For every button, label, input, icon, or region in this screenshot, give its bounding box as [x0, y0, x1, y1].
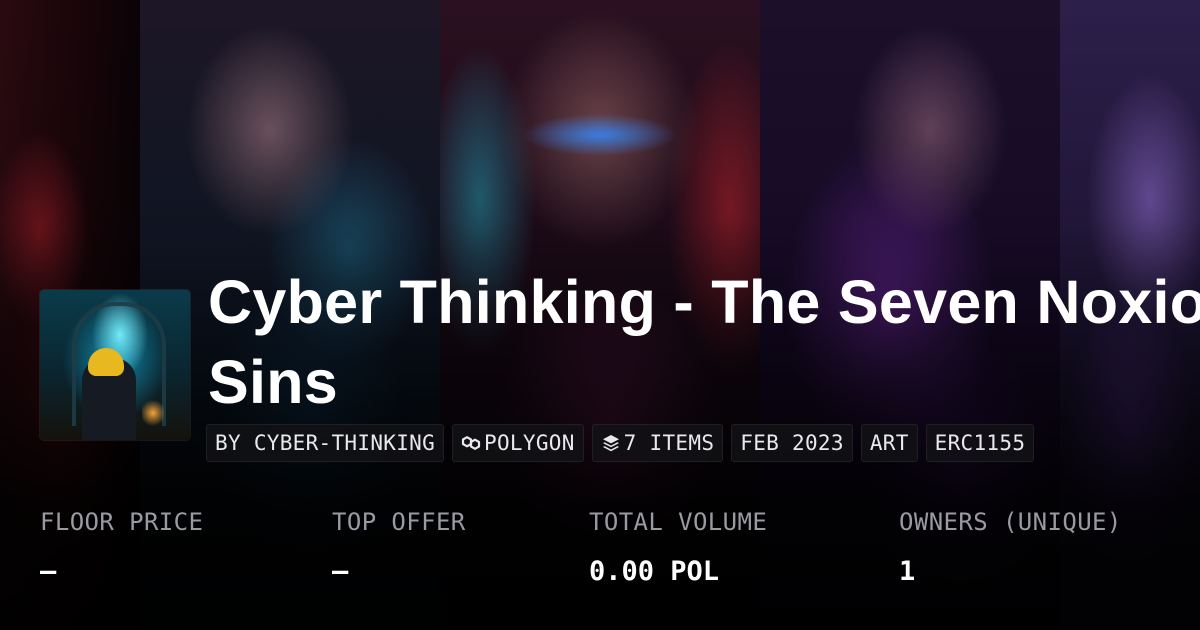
polygon-icon [461, 433, 481, 453]
creator-tag[interactable]: BY CYBER-THINKING [206, 424, 445, 462]
category-tag[interactable]: ART [860, 424, 918, 462]
chain-tag[interactable]: POLYGON [452, 424, 584, 462]
stat-total-volume: TOTAL VOLUME 0.00 POL [589, 508, 767, 587]
collection-avatar[interactable] [40, 290, 190, 440]
stat-label: TOP OFFER [332, 508, 466, 536]
stat-value: — [332, 556, 349, 587]
stat-top-offer: TOP OFFER — [332, 508, 466, 587]
category-label: ART [869, 431, 909, 455]
items-count-label: 7 ITEMS [623, 431, 715, 455]
layers-icon [601, 433, 621, 453]
stat-label: FLOOR PRICE [40, 508, 204, 536]
collection-og-card: Cyber Thinking - The Seven Noxious Sins … [0, 0, 1200, 630]
collection-title: Cyber Thinking - The Seven Noxious Sins [208, 268, 1200, 416]
stat-value: — [40, 556, 57, 587]
stat-value: 0.00 POL [589, 556, 720, 587]
stat-label: OWNERS (UNIQUE) [899, 508, 1122, 536]
stat-floor-price: FLOOR PRICE — [40, 508, 203, 587]
stat-value: 1 [899, 556, 916, 587]
collection-tags: BY CYBER-THINKING POLYGON 7 ITEMS FEB 20… [206, 424, 1035, 462]
stat-label: TOTAL VOLUME [589, 508, 768, 536]
created-date-tag: FEB 2023 [731, 424, 853, 462]
creator-label: BY CYBER-THINKING [215, 431, 436, 455]
token-standard-tag: ERC1155 [925, 424, 1035, 462]
token-standard-label: ERC1155 [934, 431, 1026, 455]
stat-owners: OWNERS (UNIQUE) 1 [899, 508, 1122, 587]
items-count-tag[interactable]: 7 ITEMS [591, 424, 724, 462]
created-date-label: FEB 2023 [740, 431, 844, 455]
chain-label: POLYGON [484, 431, 575, 455]
